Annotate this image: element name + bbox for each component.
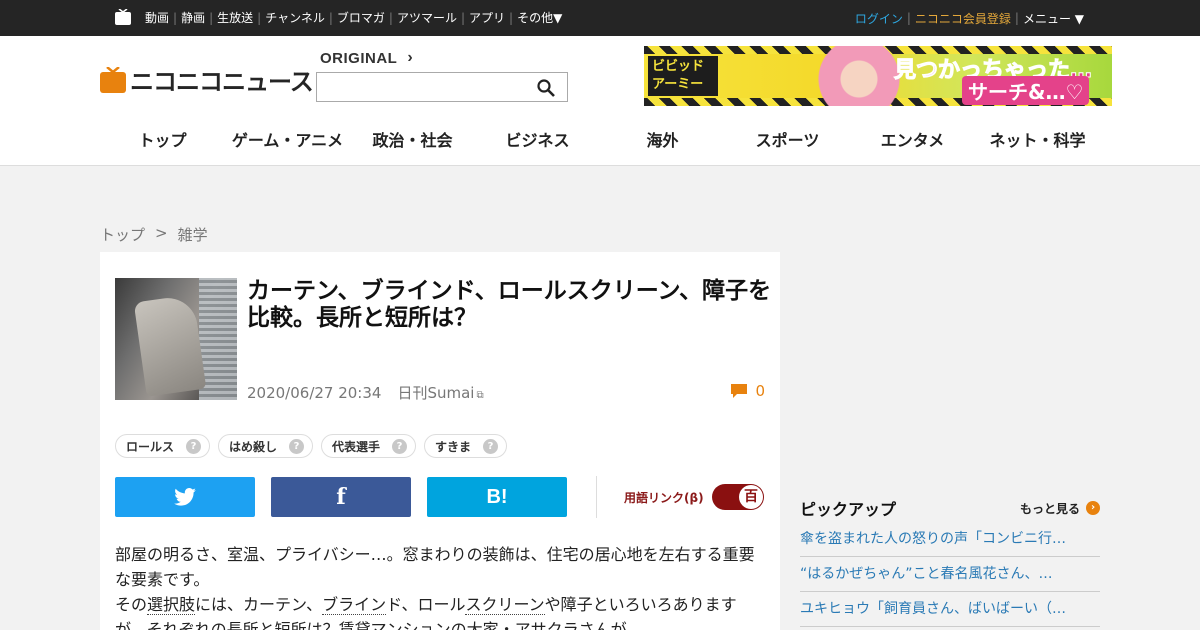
tag-item[interactable]: はめ殺し? [218,434,314,458]
more-link[interactable]: もっと見る › [1020,500,1100,517]
category-net-science[interactable]: ネット・科学 [975,128,1100,154]
pickup-list: 傘を盗まれた人の怒りの声「コンビニ行… “はるかぜちゃん”こと春名風花さん、… … [800,522,1100,627]
register-link[interactable]: ニコニコ会員登録 [911,10,1015,27]
tag-label: はめ殺し [229,439,278,454]
category-sports[interactable]: スポーツ [725,128,850,154]
comment-count-link[interactable]: 0 [731,382,765,400]
tag-label: すきま [435,439,472,454]
service-nav: 動画 | 静画 | 生放送 | チャンネル | ブロマガ | アツマール | アプリ | その… [141,0,566,36]
original-link[interactable]: ORIGINAL › [320,49,413,67]
term-link[interactable]: 選択肢 [147,595,196,615]
divider [596,476,597,518]
term-link-label: 用語リンク(β) [624,491,704,505]
article-title: カーテン、ブラインド、ロールスクリーン、障子を比較。長所と短所は？ [247,278,772,331]
term-link-toggle[interactable]: 百 [712,484,764,510]
breadcrumb-current[interactable]: 雑学 [178,224,208,245]
article-date: 2020/06/27 20:34 [247,383,382,402]
nav-blomaga[interactable]: ブロマガ [333,11,389,25]
nav-atsumaru[interactable]: アツマール [393,11,461,25]
pickup-item[interactable]: ユキヒョウ「飼育員さん、ばいばーい（… [800,592,1100,627]
external-link-icon: ⧉ [476,390,484,401]
pickup-item[interactable]: “はるかぜちゃん”こと春名風花さん、… [800,557,1100,592]
article-body: 部屋の明るさ、室温、プライバシー…。窓まわりの装飾は、住宅の居心地を左右する重要… [115,542,765,630]
category-game-anime[interactable]: ゲーム・アニメ [225,128,350,154]
nav-douga[interactable]: 動画 [141,11,173,25]
twitter-icon [174,488,196,506]
help-icon[interactable]: ? [392,438,408,454]
login-link[interactable]: ログイン [851,10,907,27]
arrow-right-icon: › [1086,501,1100,515]
chevron-right-icon: › [407,49,414,66]
banner-character-image [814,46,904,106]
toggle-knob: 百 [739,485,763,509]
article-meta: 2020/06/27 20:34 日刊Sumai ⧉ [247,382,484,403]
banner-game-logo: ビビッドアーミー [648,56,718,96]
original-label: ORIGINAL [320,49,398,67]
help-icon[interactable]: ? [289,438,305,454]
tag-label: ロールス [126,439,175,454]
article-source-link[interactable]: 日刊Sumai ⧉ [397,382,483,403]
more-label: もっと見る [1019,501,1080,516]
search-input[interactable] [316,72,568,102]
article-card: カーテン、ブラインド、ロールスクリーン、障子を比較。長所と短所は？ 2020/0… [100,252,780,630]
body-paragraph: 部屋の明るさ、室温、プライバシー…。窓まわりの装飾は、住宅の居心地を左右する重要… [115,545,755,589]
comment-count: 0 [755,382,765,400]
breadcrumb-home[interactable]: トップ [100,224,145,245]
help-icon[interactable]: ? [186,438,202,454]
article-source: 日刊Sumai [397,384,475,402]
pickup-item[interactable]: 傘を盗まれた人の怒りの声「コンビニ行… [800,522,1100,557]
nav-app[interactable]: アプリ [465,11,509,25]
help-icon[interactable]: ? [483,438,499,454]
site-logo[interactable]: ニコニコニュース [100,62,314,97]
facebook-share-button[interactable]: f [271,477,411,517]
term-link[interactable]: スクリーン [465,595,545,615]
banner-copy-2: サーチ&…♡ [962,76,1090,105]
category-business[interactable]: ビジネス [475,128,600,154]
article-thumbnail [115,278,237,400]
hatena-bookmark-icon: B! [486,485,508,508]
category-nav: トップ ゲーム・アニメ 政治・社会 ビジネス 海外 スポーツ エンタメ ネット・… [100,128,1100,154]
nav-live[interactable]: 生放送 [213,11,257,25]
site-header: ニコニコニュース ORIGINAL › ビビッドアーミー 見つかっちゃった… サ… [0,36,1200,166]
term-link[interactable]: ブライン [322,595,387,615]
breadcrumb-separator: > [155,224,168,242]
category-entame[interactable]: エンタメ [850,128,975,154]
twitter-share-button[interactable] [115,477,255,517]
facebook-icon: f [336,484,346,510]
menu-dropdown[interactable]: メニュー ▼ [1019,10,1088,27]
pickup-header: ピックアップ もっと見る › [800,496,1100,520]
category-overseas[interactable]: 海外 [600,128,725,154]
comment-icon [731,384,748,398]
pickup-title: ピックアップ [800,500,897,519]
nav-channel[interactable]: チャンネル [261,11,329,25]
logo-text: ニコニコニュース [130,68,314,96]
account-nav: ログイン | ニコニコ会員登録 | メニュー ▼ [851,0,1088,36]
tag-label: 代表選手 [332,439,381,454]
tag-item[interactable]: すきま? [424,434,508,458]
search-icon[interactable] [537,79,555,97]
tag-item[interactable]: 代表選手? [321,434,417,458]
tag-item[interactable]: ロールス? [115,434,211,458]
niconico-tv-icon[interactable] [115,9,131,25]
logo-tv-icon [100,66,126,93]
category-politics[interactable]: 政治・社会 [350,128,475,154]
breadcrumb: トップ > 雑学 [100,224,208,245]
nav-other-dropdown[interactable]: その他▼ [513,11,566,25]
category-top[interactable]: トップ [100,128,225,154]
hatena-bookmark-button[interactable]: B! [427,477,567,517]
tag-list: ロールス? はめ殺し? 代表選手? すきま? [115,434,508,458]
ad-banner[interactable]: ビビッドアーミー 見つかっちゃった… サーチ&…♡ [644,46,1112,106]
body-paragraph: その選択肢には、カーテン、ブラインド、ロールスクリーンや障子といろいろありますが… [115,595,737,630]
top-bar: 動画 | 静画 | 生放送 | チャンネル | ブロマガ | アツマール | アプリ | その… [0,0,1200,36]
nav-seiga[interactable]: 静画 [177,11,209,25]
